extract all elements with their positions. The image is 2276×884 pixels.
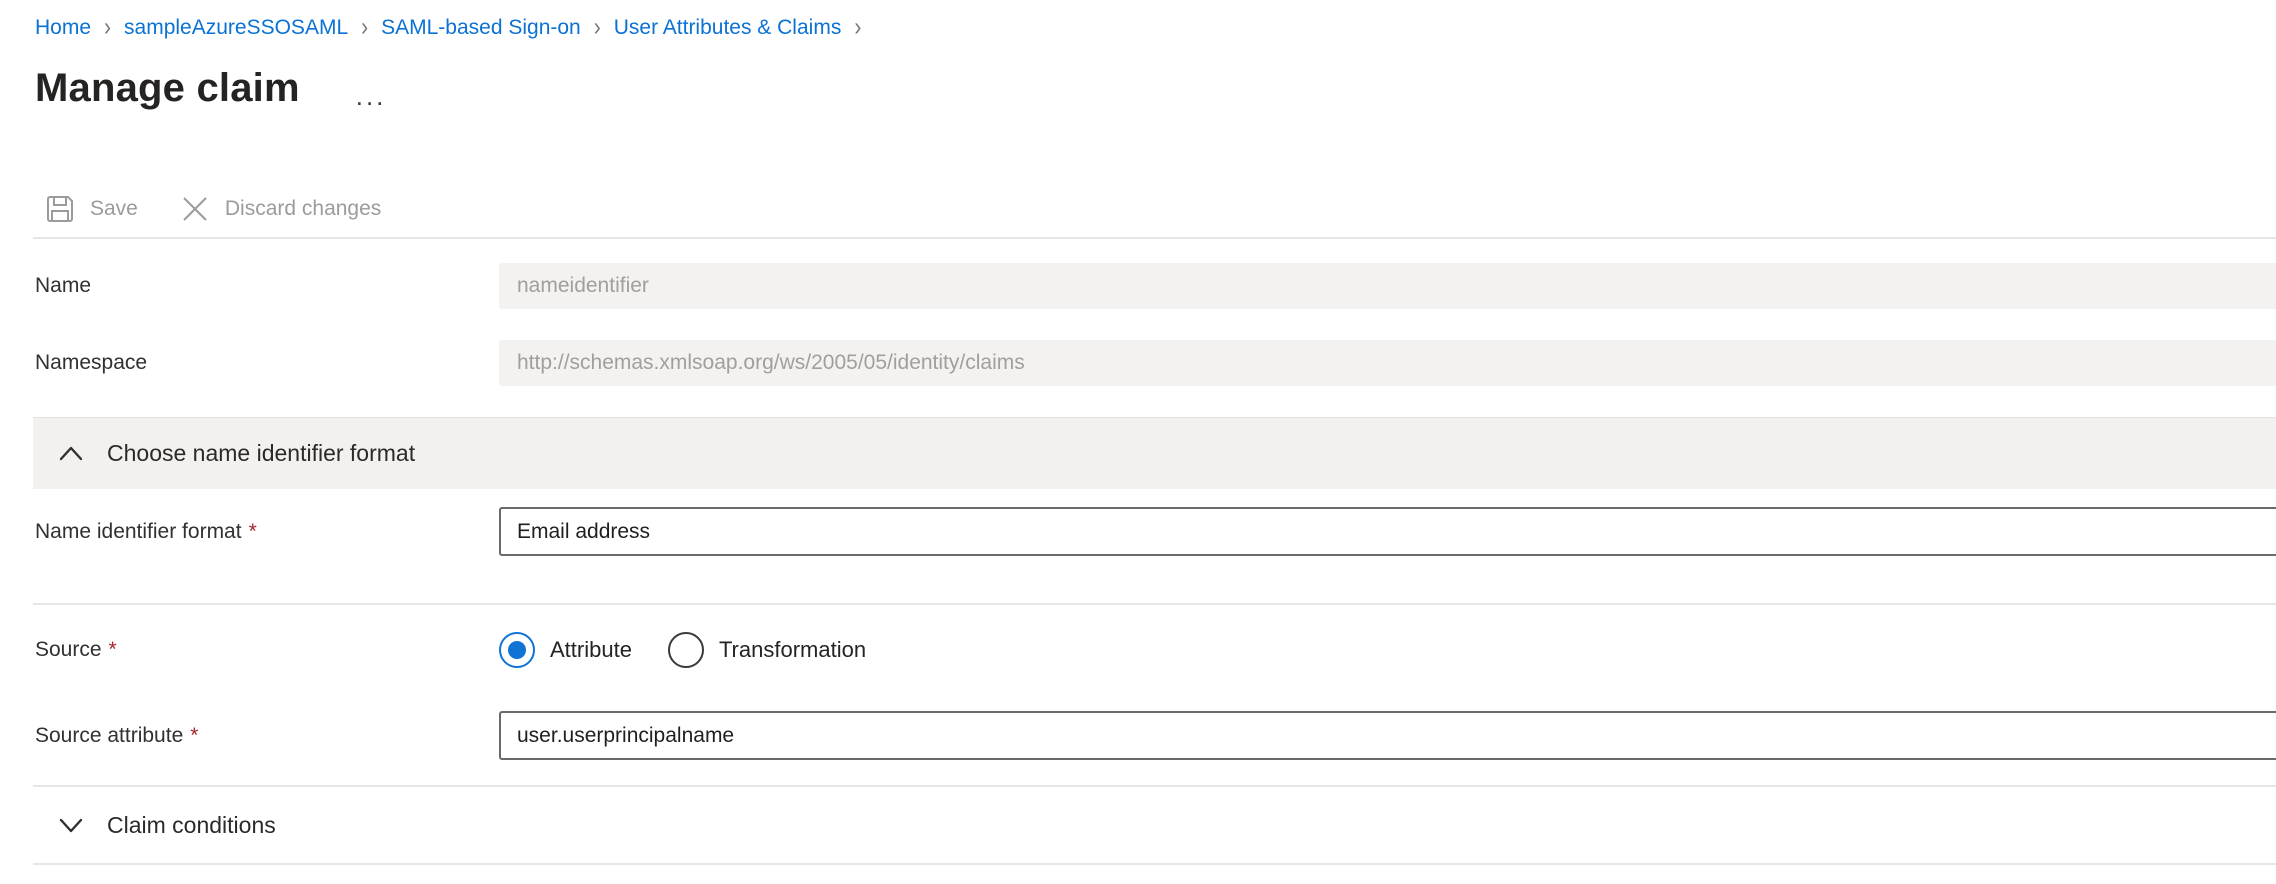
source-option-attribute[interactable]: Attribute xyxy=(499,632,632,668)
page-header: Manage claim ... xyxy=(35,66,2276,111)
save-icon xyxy=(45,194,75,224)
breadcrumb-separator-icon: › xyxy=(361,13,368,43)
save-button-label: Save xyxy=(90,197,138,221)
label-text: Source xyxy=(35,638,102,661)
namespace-input xyxy=(499,340,2276,386)
discard-x-icon xyxy=(180,194,210,224)
radio-label: Transformation xyxy=(719,637,866,663)
chevron-down-icon xyxy=(57,815,85,835)
name-row: Name xyxy=(0,263,2276,309)
source-attribute-label: Source attribute * xyxy=(0,724,499,748)
radio-button-attribute[interactable] xyxy=(499,632,535,668)
name-identifier-format-row: Name identifier format * xyxy=(0,507,2276,556)
name-identifier-format-label: Name identifier format * xyxy=(0,520,499,544)
breadcrumb: Home › sampleAzureSSOSAML › SAML-based S… xyxy=(0,0,2276,40)
required-marker: * xyxy=(109,638,117,661)
source-row: Source * Attribute Transformation xyxy=(0,631,2276,669)
breadcrumb-home[interactable]: Home xyxy=(35,16,91,40)
section-title: Claim conditions xyxy=(107,812,276,839)
radio-label: Attribute xyxy=(550,637,632,663)
page-title: Manage claim xyxy=(35,66,300,111)
source-attribute-combobox[interactable] xyxy=(499,711,2276,760)
label-text: Name identifier format xyxy=(35,520,242,543)
more-commands-button[interactable]: ... xyxy=(356,91,387,101)
source-option-transformation[interactable]: Transformation xyxy=(668,632,866,668)
save-button[interactable]: Save xyxy=(45,194,138,224)
section-choose-name-identifier-format[interactable]: Choose name identifier format xyxy=(33,417,2276,489)
name-identifier-format-combobox[interactable] xyxy=(499,507,2276,556)
label-text: Source attribute xyxy=(35,724,183,747)
breadcrumb-app[interactable]: sampleAzureSSOSAML xyxy=(124,16,348,40)
name-label: Name xyxy=(0,274,499,298)
breadcrumb-user-attributes-claims[interactable]: User Attributes & Claims xyxy=(614,16,842,40)
name-input xyxy=(499,263,2276,309)
breadcrumb-saml-signon[interactable]: SAML-based Sign-on xyxy=(381,16,581,40)
radio-button-transformation[interactable] xyxy=(668,632,704,668)
discard-changes-button[interactable]: Discard changes xyxy=(180,194,381,224)
source-radio-group: Attribute Transformation xyxy=(499,632,2276,668)
breadcrumb-separator-icon: › xyxy=(594,13,601,43)
namespace-row: Namespace xyxy=(0,340,2276,386)
command-bar: Save Discard changes xyxy=(33,181,2276,239)
chevron-up-icon xyxy=(57,444,85,464)
breadcrumb-separator-icon: › xyxy=(104,13,111,43)
breadcrumb-separator-icon: › xyxy=(854,13,861,43)
manage-claim-form: Name Namespace Choose name identifier fo… xyxy=(0,263,2276,865)
source-attribute-row: Source attribute * xyxy=(0,711,2276,760)
required-marker: * xyxy=(249,520,257,543)
section-title: Choose name identifier format xyxy=(107,440,415,467)
divider xyxy=(33,603,2276,605)
section-claim-conditions[interactable]: Claim conditions xyxy=(33,787,2276,865)
required-marker: * xyxy=(190,724,198,747)
source-label: Source * xyxy=(0,638,499,662)
namespace-label: Namespace xyxy=(0,351,499,375)
discard-changes-label: Discard changes xyxy=(225,197,381,221)
